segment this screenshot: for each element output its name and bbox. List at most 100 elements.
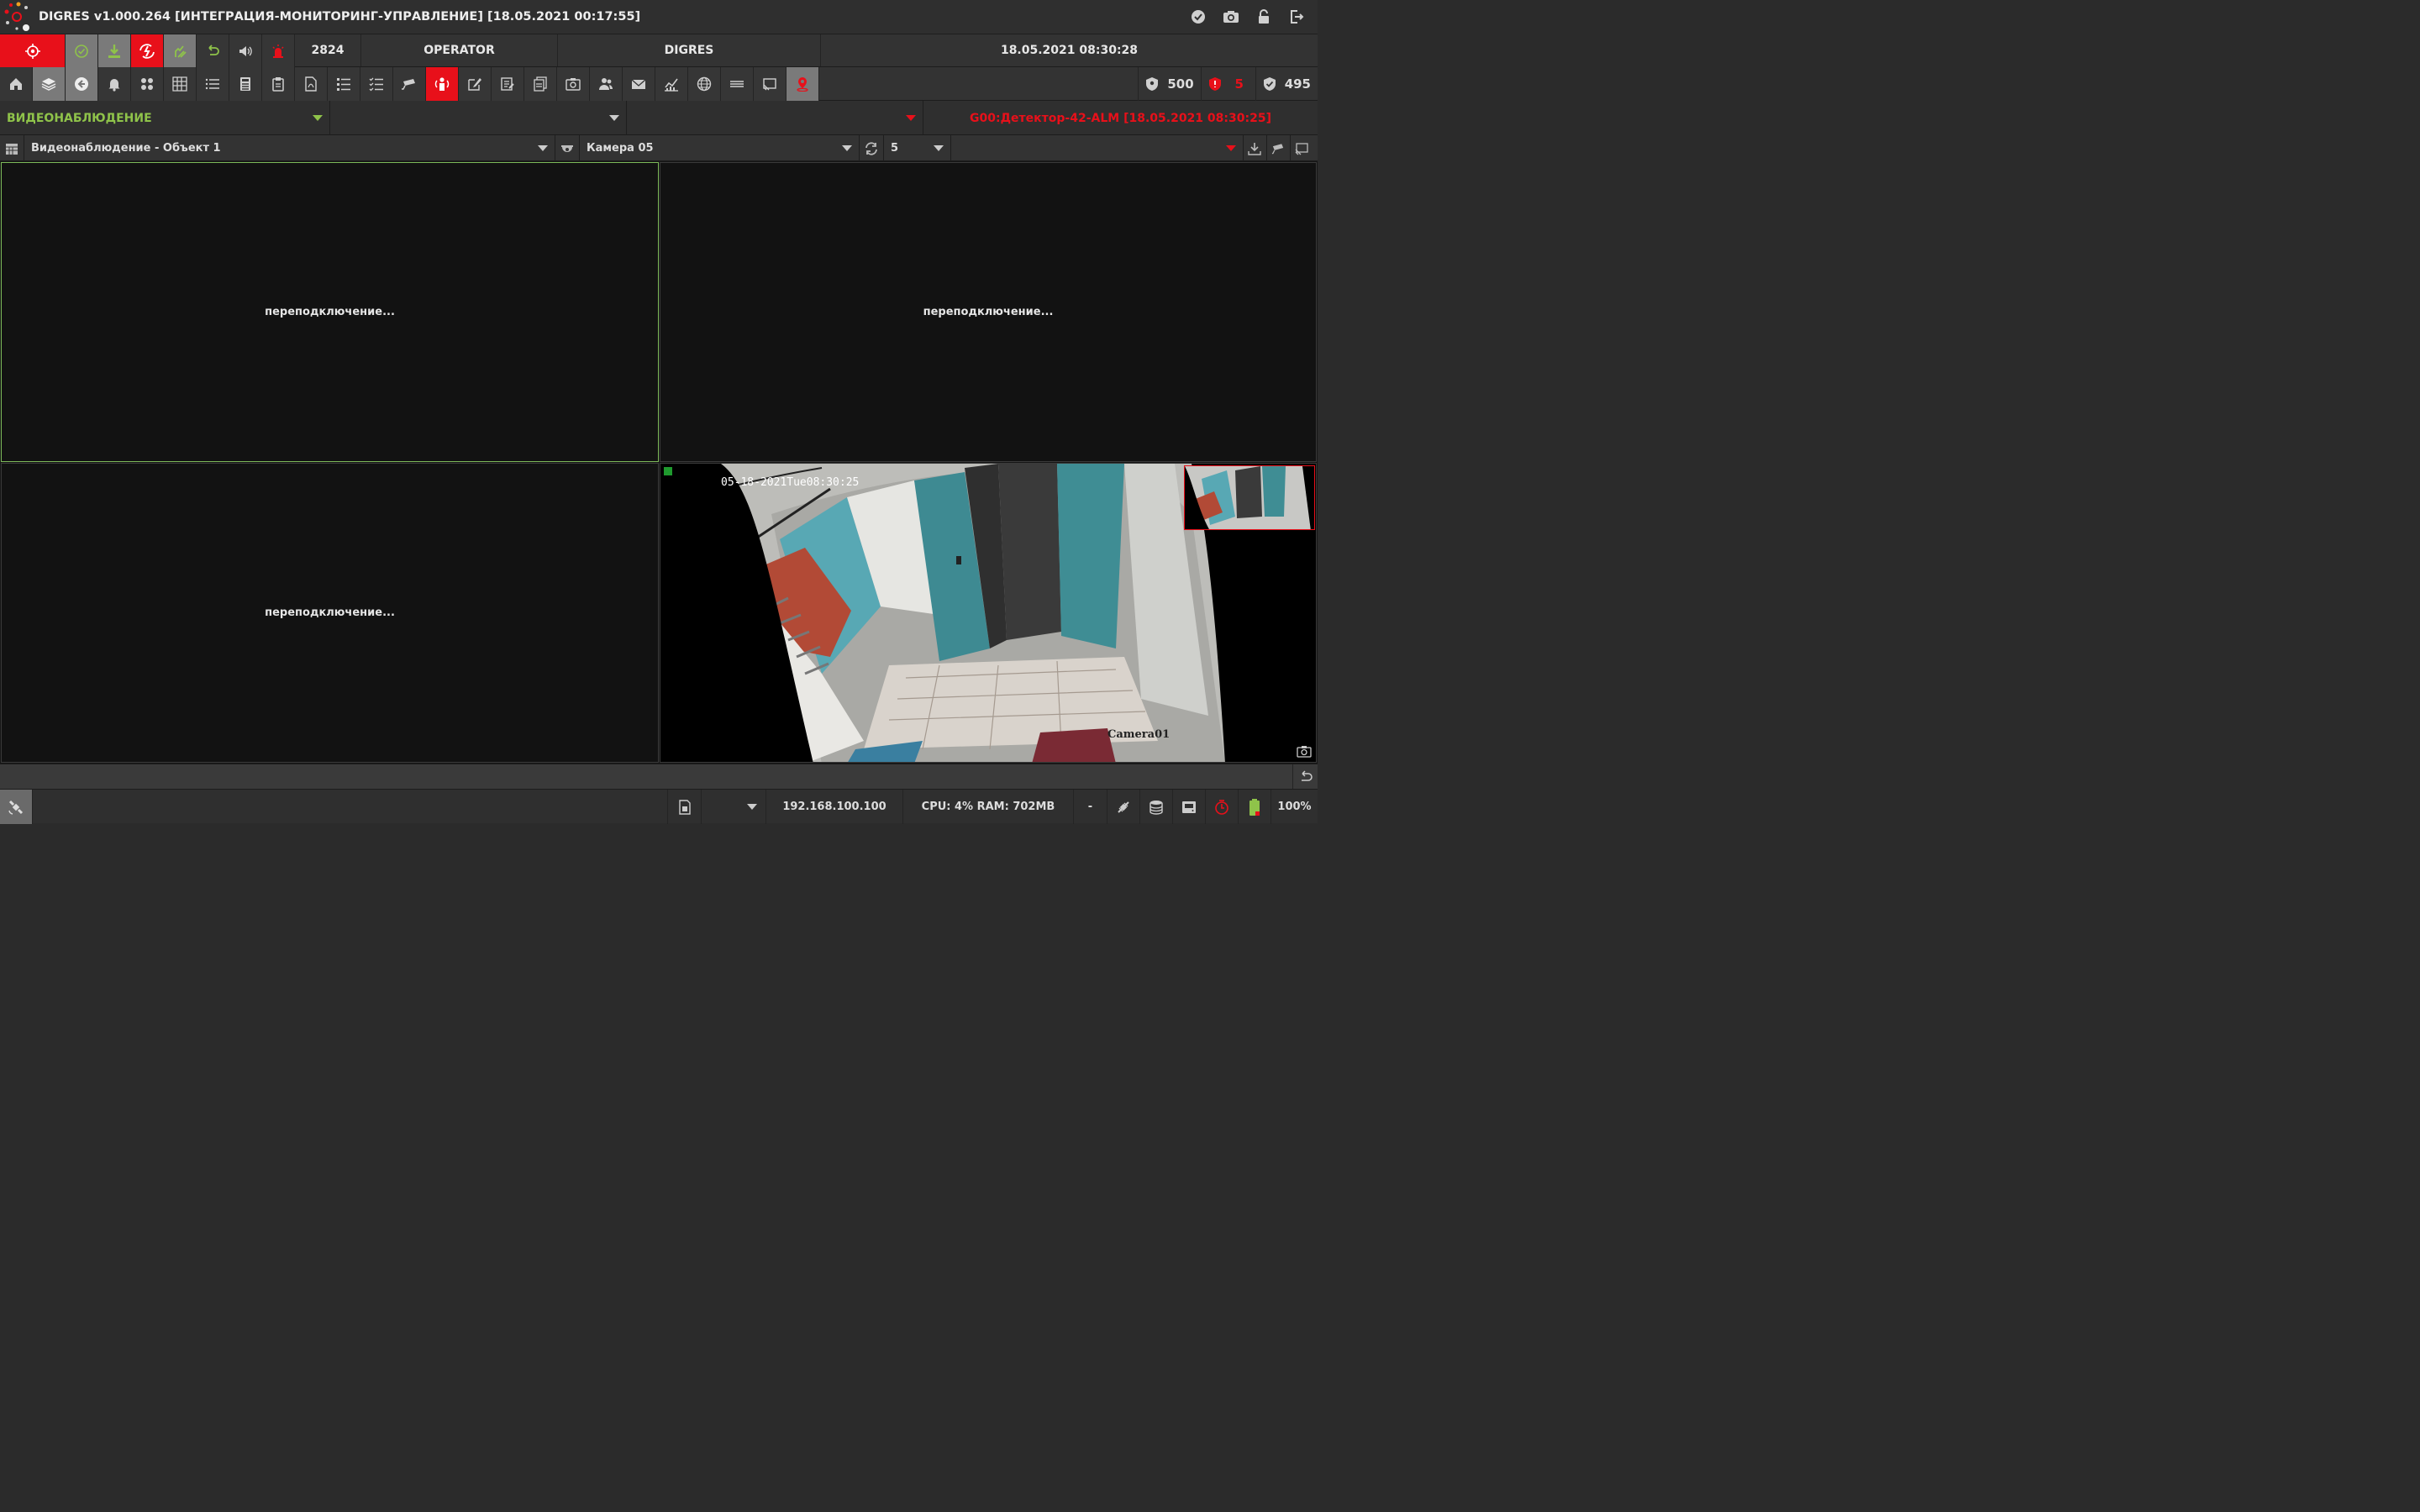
connection-button[interactable] xyxy=(1107,790,1139,824)
report-button[interactable] xyxy=(492,67,524,101)
undo-view-button[interactable] xyxy=(1292,764,1318,789)
chevron-down-icon xyxy=(842,145,852,151)
hand-button[interactable] xyxy=(164,34,197,67)
undo-icon xyxy=(208,44,219,55)
home-button[interactable] xyxy=(0,67,33,101)
satellite-icon xyxy=(8,800,24,815)
reconnect-message: переподключение... xyxy=(265,606,395,619)
object-select[interactable]: Видеонаблюдение - Объект 1 xyxy=(24,135,555,161)
stream-status-indicator xyxy=(664,467,672,475)
globe-icon xyxy=(697,76,712,92)
dots-grid-icon xyxy=(141,78,153,90)
video-pane-4[interactable]: 05-18-2021Tue08:30:25 Camera01 xyxy=(660,463,1317,763)
camera-select[interactable]: Камера 05 xyxy=(580,135,860,161)
cctv-camera-icon xyxy=(1271,143,1284,154)
download-icon xyxy=(108,44,120,58)
lock-icon[interactable] xyxy=(1247,0,1280,34)
satellite-button[interactable] xyxy=(0,790,33,824)
cctv-button[interactable] xyxy=(393,67,426,101)
video-pane-2[interactable]: переподключение... xyxy=(660,162,1317,462)
preset-select[interactable] xyxy=(951,135,1244,161)
last-alarm[interactable]: G00:Детектор-42-ALM [18.05.2021 08:30:25… xyxy=(923,101,1318,135)
event-select[interactable] xyxy=(627,101,923,135)
chevron-down-icon xyxy=(906,115,916,121)
lines-button[interactable] xyxy=(721,67,754,101)
checklist-button[interactable] xyxy=(360,67,393,101)
reconnect-message: переподключение... xyxy=(923,306,1054,318)
sound-button[interactable] xyxy=(229,34,262,67)
clipboard-button[interactable] xyxy=(262,67,295,101)
snapshot-button[interactable] xyxy=(1296,743,1313,759)
documents-button[interactable] xyxy=(524,67,557,101)
layers-button[interactable] xyxy=(33,67,66,101)
chevron-down-icon xyxy=(538,145,548,151)
check-circle-icon xyxy=(75,44,88,58)
system-label: DIGRES xyxy=(558,34,821,66)
calculator-button[interactable] xyxy=(229,67,262,101)
module-select[interactable]: ВИДЕОНАБЛЮДЕНИЕ xyxy=(0,101,330,135)
cycle-interval-select[interactable]: 5 xyxy=(884,135,951,161)
timer-button[interactable] xyxy=(1205,790,1238,824)
bottom-status-bar: 192.168.100.100 CPU: 4% RAM: 702MB - 100… xyxy=(0,789,1318,824)
reconnect-message: переподключение... xyxy=(265,306,395,318)
module-select-value: ВИДЕОНАБЛЮДЕНИЕ xyxy=(7,111,152,125)
logout-icon[interactable] xyxy=(1280,0,1313,34)
web-button[interactable] xyxy=(688,67,721,101)
bullet-list-button[interactable] xyxy=(328,67,360,101)
storage-button[interactable] xyxy=(1172,790,1205,824)
statistics-button[interactable] xyxy=(655,67,688,101)
calculator-icon xyxy=(240,77,250,91)
camera-icon[interactable] xyxy=(1214,0,1247,34)
checklist-icon xyxy=(369,77,383,92)
acknowledge-button[interactable] xyxy=(66,34,98,67)
cast-button[interactable] xyxy=(754,67,786,101)
undo-button[interactable] xyxy=(197,34,229,67)
users-icon xyxy=(599,78,613,90)
alarm-devices-counter: 5 xyxy=(1200,67,1255,101)
map-pin-icon xyxy=(797,77,808,92)
video-pane-3[interactable]: переподключение... xyxy=(1,463,659,763)
app-logo-icon xyxy=(0,0,34,34)
back-arrow-icon xyxy=(75,77,88,91)
location-button[interactable] xyxy=(786,67,819,101)
chevron-down-icon xyxy=(313,115,323,121)
sim-select[interactable] xyxy=(701,790,765,824)
table-button[interactable] xyxy=(164,67,197,101)
filter-select[interactable] xyxy=(330,101,627,135)
sim-card-button[interactable] xyxy=(667,790,701,824)
messages-button[interactable] xyxy=(623,67,655,101)
target-button[interactable] xyxy=(0,34,66,67)
notifications-button[interactable] xyxy=(98,67,131,101)
database-button[interactable] xyxy=(1139,790,1172,824)
users-button[interactable] xyxy=(590,67,623,101)
sync-button[interactable] xyxy=(131,34,164,67)
pip-preview[interactable] xyxy=(1184,465,1315,530)
hand-icon xyxy=(175,45,187,58)
event-counter: 2824 xyxy=(295,34,361,66)
chevron-down-icon xyxy=(1226,145,1236,151)
dome-camera-button[interactable] xyxy=(555,135,580,161)
edit-button[interactable] xyxy=(459,67,492,101)
download-button[interactable] xyxy=(98,34,131,67)
alarm-persons-button[interactable] xyxy=(426,67,459,101)
layers-icon xyxy=(41,78,56,91)
calendar-button[interactable] xyxy=(0,135,24,161)
modules-button[interactable] xyxy=(131,67,164,101)
snapshot-button[interactable] xyxy=(557,67,590,101)
pdf-button[interactable] xyxy=(295,67,328,101)
list-button[interactable] xyxy=(197,67,229,101)
dome-camera-icon xyxy=(561,144,573,152)
siren-button[interactable] xyxy=(262,34,295,67)
window-title: DIGRES v1.000.264 [ИНТЕГРАЦИЯ-МОНИТОРИНГ… xyxy=(39,10,641,24)
video-pane-1[interactable]: переподключение... xyxy=(1,162,659,462)
operator-label: OPERATOR xyxy=(361,34,558,66)
ptz-camera-button[interactable] xyxy=(1267,135,1291,161)
cast-view-button[interactable] xyxy=(1291,135,1318,161)
documents-icon xyxy=(534,76,547,92)
battery-level: 100% xyxy=(1270,790,1318,824)
last-alarm-text: G00:Детектор-42-ALM [18.05.2021 08:30:25… xyxy=(970,111,1271,125)
cycle-button[interactable] xyxy=(860,135,884,161)
back-button[interactable] xyxy=(66,67,98,101)
export-button[interactable] xyxy=(1244,135,1267,161)
check-circle-icon[interactable] xyxy=(1181,0,1214,34)
